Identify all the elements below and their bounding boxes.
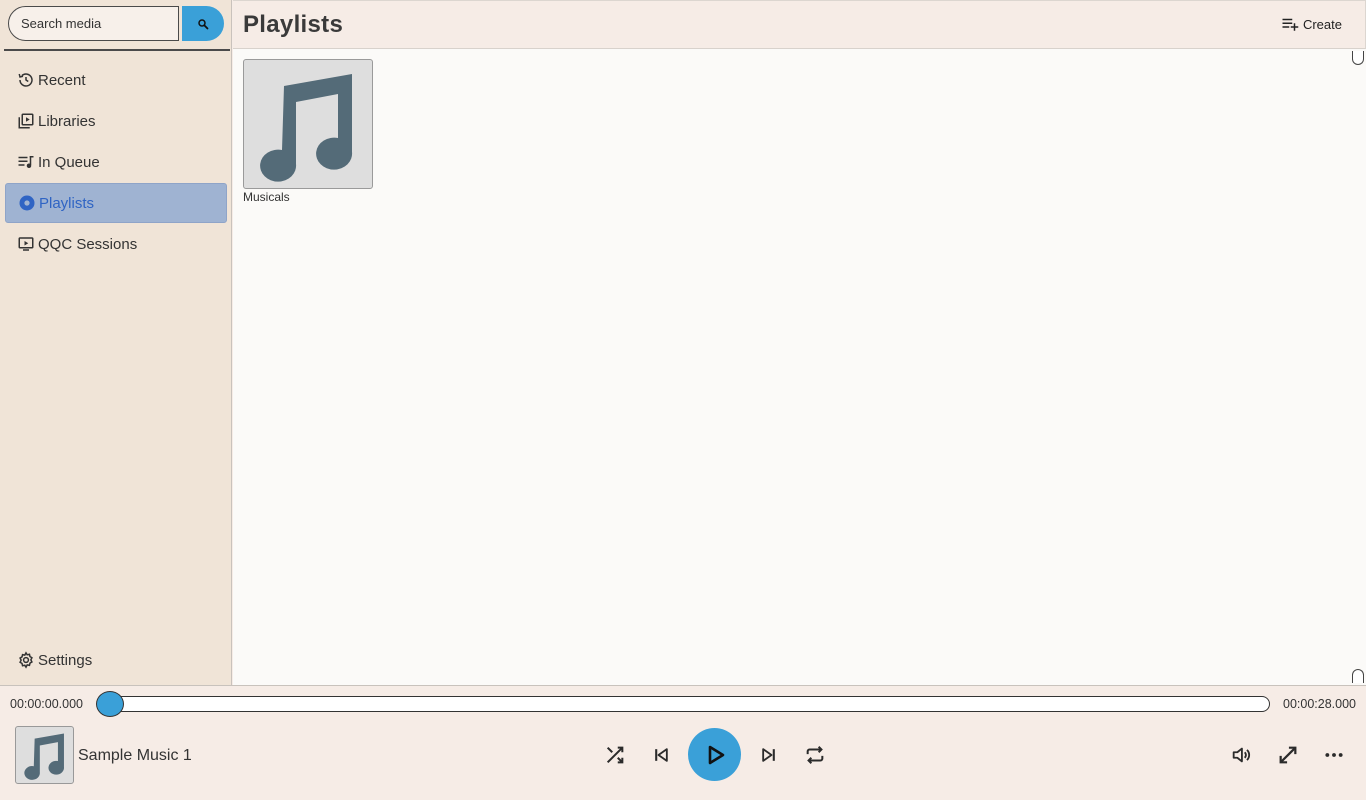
volume-icon <box>1230 744 1252 766</box>
playlist-grid: Musicals <box>233 49 1366 685</box>
playlist-name: Musicals <box>243 190 290 204</box>
previous-button[interactable] <box>649 743 673 767</box>
total-time: 00:00:28.000 <box>1283 697 1356 711</box>
playback-controls <box>0 726 1366 786</box>
skip-next-icon <box>759 745 779 765</box>
search-button[interactable] <box>182 6 224 41</box>
search-input[interactable] <box>8 6 179 41</box>
playlist-tile[interactable]: Musicals <box>243 59 373 204</box>
sidebar-item-label: Settings <box>38 651 93 669</box>
seek-handle[interactable] <box>96 691 124 717</box>
search-divider <box>4 49 230 51</box>
sidebar-item-playlists[interactable]: Playlists <box>5 183 227 223</box>
repeat-button[interactable] <box>803 743 827 767</box>
more-horizontal-icon <box>1324 745 1344 765</box>
seek-bar[interactable] <box>98 696 1270 712</box>
play-button[interactable] <box>688 728 741 781</box>
sidebar-item-qqc-sessions[interactable]: QQC Sessions <box>5 224 227 264</box>
sidebar-item-label: In Queue <box>38 153 100 171</box>
skip-previous-icon <box>651 745 671 765</box>
sidebar-item-recent[interactable]: Recent <box>5 60 227 100</box>
sidebar-nav: Recent Libraries In Queue Playlists QQC … <box>5 60 227 265</box>
music-note-icon <box>256 66 360 182</box>
sidebar-item-label: Recent <box>38 71 86 89</box>
next-button[interactable] <box>757 743 781 767</box>
sidebar-item-label: Playlists <box>39 194 95 212</box>
sidebar: Recent Libraries In Queue Playlists QQC … <box>0 0 232 685</box>
repeat-icon <box>804 744 826 766</box>
settings-area: Settings <box>5 640 227 681</box>
volume-button[interactable] <box>1229 743 1253 767</box>
library-icon <box>16 111 36 131</box>
more-options-button[interactable] <box>1322 743 1346 767</box>
page-header: Playlists Create <box>233 0 1366 49</box>
sidebar-item-label: QQC Sessions <box>38 235 138 253</box>
queue-music-icon <box>16 152 36 172</box>
playlist-add-icon <box>1281 15 1299 33</box>
current-time: 00:00:00.000 <box>10 697 83 711</box>
playlist-cover <box>243 59 373 189</box>
album-icon <box>17 193 37 213</box>
search-bar <box>8 6 224 41</box>
fullscreen-button[interactable] <box>1276 743 1300 767</box>
sidebar-item-settings[interactable]: Settings <box>5 640 227 680</box>
create-playlist-button[interactable]: Create <box>1281 15 1342 33</box>
play-icon <box>703 743 727 767</box>
page-title: Playlists <box>243 11 344 38</box>
scrollbar[interactable] <box>1350 49 1366 685</box>
sidebar-item-label: Libraries <box>38 112 96 130</box>
sidebar-item-in-queue[interactable]: In Queue <box>5 142 227 182</box>
sidebar-item-libraries[interactable]: Libraries <box>5 101 227 141</box>
search-icon <box>197 18 209 30</box>
create-label: Create <box>1302 16 1342 32</box>
scroll-down-arrow[interactable] <box>1352 669 1364 683</box>
shuffle-icon <box>604 744 626 766</box>
scroll-up-arrow[interactable] <box>1352 51 1364 65</box>
player-bar: 00:00:00.000 00:00:28.000 Sample Music 1 <box>0 685 1366 800</box>
expand-icon <box>1277 744 1299 766</box>
shuffle-button[interactable] <box>603 743 627 767</box>
history-icon <box>16 70 36 90</box>
slideshow-icon <box>16 234 36 254</box>
gear-icon <box>16 650 36 670</box>
